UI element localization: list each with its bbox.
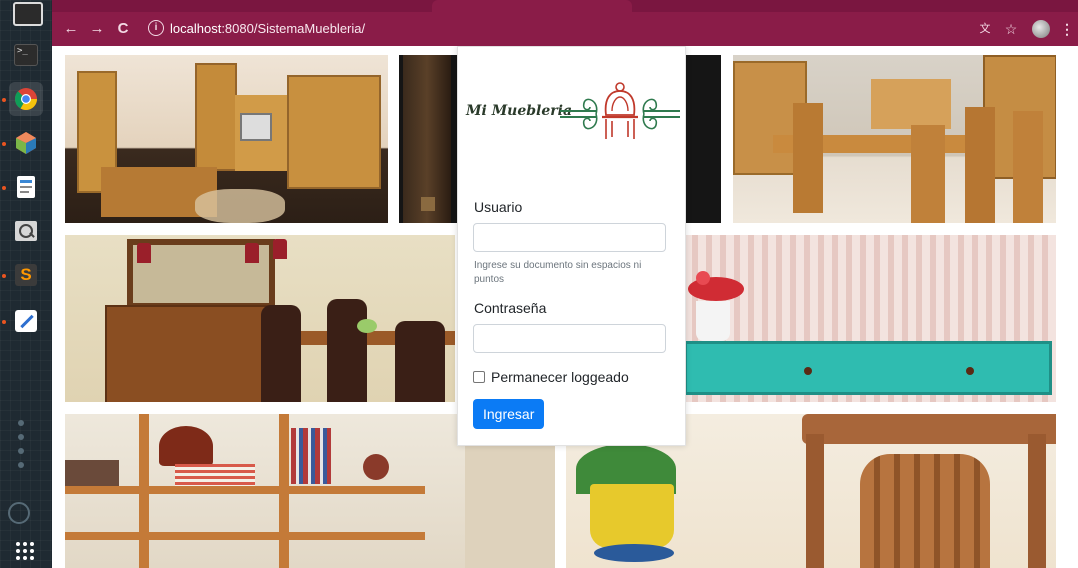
contrasena-input[interactable] [473, 324, 666, 353]
ornamental-chair-icon [560, 82, 680, 139]
url-host: localhost [170, 21, 222, 36]
usuario-label: Usuario [474, 199, 523, 215]
ingresar-button[interactable]: Ingresar [473, 399, 545, 429]
browser-toolbar: ← → C i localhost:8080/SistemaMuebleria/… [52, 12, 1078, 46]
menu-kebab-icon[interactable]: ⋮ [1060, 18, 1074, 40]
sublime-text-icon[interactable]: S [9, 258, 43, 292]
url-text[interactable]: localhost:8080/SistemaMuebleria/ [170, 21, 365, 36]
reload-icon[interactable]: C [112, 18, 134, 40]
forward-icon[interactable]: → [86, 18, 108, 40]
remember-me-checkbox[interactable] [473, 371, 485, 383]
chrome-icon[interactable] [9, 82, 43, 116]
url-path: :8080/SistemaMuebleria/ [221, 21, 366, 36]
brand-logo: Mi Muebleria [464, 81, 680, 145]
screenshot-icon[interactable] [9, 214, 43, 248]
login-panel: Mi Muebleria Usuario Ingrese su document… [457, 46, 686, 446]
translate-icon[interactable]: 文 [976, 18, 994, 40]
living-room-photo [65, 55, 388, 223]
sideboard-dining-photo [65, 235, 455, 402]
browser-tab[interactable] [432, 0, 632, 12]
back-icon[interactable]: ← [60, 18, 82, 40]
usuario-input[interactable] [473, 223, 666, 252]
bookmark-star-icon[interactable]: ☆ [1002, 18, 1020, 40]
dining-room-photo [733, 55, 1056, 223]
dock-decoration [18, 420, 24, 426]
profile-avatar[interactable] [1032, 18, 1052, 40]
browser-chrome: ← → C i localhost:8080/SistemaMuebleria/… [52, 0, 1078, 50]
tab-strip [52, 0, 1078, 12]
contrasena-label: Contraseña [474, 300, 547, 316]
app-dock: >_ S [0, 0, 52, 568]
software-center-icon[interactable] [9, 126, 43, 160]
site-info-icon[interactable]: i [148, 20, 164, 36]
logo-text: Mi Muebleria [466, 103, 573, 119]
page-viewport: Mi Muebleria Usuario Ingrese su document… [52, 46, 1078, 568]
turquoise-console-photo [684, 235, 1056, 402]
terminal-icon[interactable]: >_ [9, 38, 43, 72]
text-editor-icon[interactable] [9, 170, 43, 204]
dock-decoration-ring [8, 502, 30, 524]
remember-me-label: Permanecer loggeado [491, 369, 629, 385]
files-icon[interactable] [13, 2, 43, 26]
notes-icon[interactable] [9, 304, 43, 338]
address-bar[interactable]: i localhost:8080/SistemaMuebleria/ [146, 17, 1026, 41]
remember-me-option[interactable]: Permanecer loggeado [473, 369, 629, 385]
show-applications-icon[interactable] [14, 540, 36, 562]
usuario-help-text: Ingrese su documento sin espacios ni pun… [474, 260, 642, 285]
